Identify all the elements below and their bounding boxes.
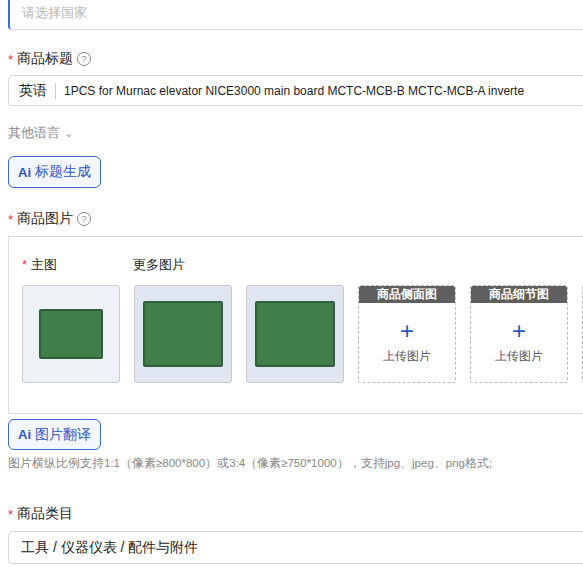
- image-hint: 图片横纵比例支持1:1（像素≥800*800）或3:4（像素≥750*1000）…: [8, 456, 583, 471]
- upload-slot[interactable]: 商品侧面图 + 上传图片: [358, 285, 456, 383]
- title-generate-button[interactable]: Ai 标题生成: [8, 156, 101, 188]
- more-images-label: 更多图片: [133, 256, 185, 274]
- product-image[interactable]: [246, 285, 344, 383]
- country-select[interactable]: 请选择国家: [8, 0, 583, 30]
- plus-icon: +: [512, 320, 526, 342]
- title-value: 1PCS for Murnac elevator NICE3000 main b…: [64, 84, 524, 98]
- images-label: * 商品图片 ?: [8, 210, 583, 228]
- category-select[interactable]: 工具 / 仪器仪表 / 配件与附件: [8, 531, 583, 564]
- image-translate-button[interactable]: Ai 图片翻译: [8, 419, 101, 450]
- title-input[interactable]: 英语 1PCS for Murnac elevator NICE3000 mai…: [8, 75, 583, 106]
- chevron-icon: ⌄: [64, 127, 73, 140]
- ai-icon: Ai: [18, 427, 31, 442]
- product-image[interactable]: [134, 285, 232, 383]
- language-prefix[interactable]: 英语: [19, 82, 47, 100]
- title-label: * 商品标题 ?: [8, 50, 583, 68]
- upload-slot[interactable]: 商品细节图 + 上传图片: [470, 285, 568, 383]
- country-placeholder: 请选择国家: [22, 4, 87, 22]
- product-form: 请选择国家 * 商品标题 ? 英语 1PCS for Murnac elevat…: [0, 0, 583, 567]
- category-label: * 商品类目: [8, 505, 583, 523]
- ai-icon: Ai: [18, 165, 31, 180]
- other-languages-toggle[interactable]: 其他语言 ⌄: [8, 124, 583, 142]
- help-icon[interactable]: ?: [77, 212, 91, 226]
- upload-slot[interactable]: [582, 285, 583, 383]
- images-panel: * 主图 更多图片 商品侧面图 + 上传图片商品细节图 + 上传图片: [8, 236, 583, 414]
- help-icon[interactable]: ?: [77, 52, 91, 66]
- upload-header: 商品侧面图: [359, 286, 455, 303]
- upload-header: 商品细节图: [471, 286, 567, 303]
- main-image-label: * 主图: [22, 256, 133, 274]
- plus-icon: +: [400, 320, 414, 342]
- product-image[interactable]: [22, 285, 120, 383]
